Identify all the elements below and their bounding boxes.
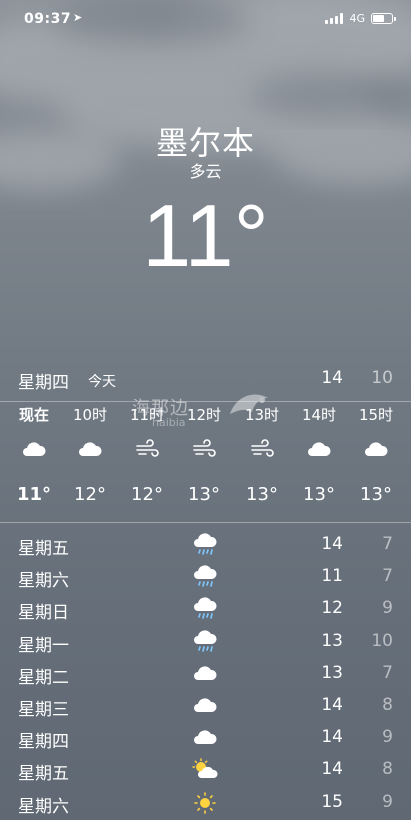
- daily-row: 星期三 14 8: [0, 690, 411, 722]
- hour-time: 12时: [186, 406, 222, 424]
- daily-high: 14: [321, 694, 343, 715]
- hour-temp: 13°: [246, 484, 278, 505]
- today-label: 今天: [88, 374, 116, 390]
- hour-temp: 13°: [188, 484, 220, 505]
- daily-day: 星期六: [18, 571, 69, 592]
- daily-forecast[interactable]: 星期五 14 7 星期六 11 7 星期日 12 9 星期一 13 10 星期二…: [0, 529, 411, 819]
- daily-day: 星期六: [18, 796, 69, 817]
- hour-temp: 13°: [360, 484, 392, 505]
- daily-low: 7: [382, 534, 393, 554]
- wind-icon: [232, 438, 292, 480]
- daily-high: 15: [321, 791, 343, 812]
- hour-temp: 11°: [16, 484, 52, 505]
- hour-temp: 12°: [74, 484, 106, 505]
- network-label: 4G: [349, 12, 365, 25]
- hour-time: 10时: [72, 406, 108, 424]
- hour-item: 12时 13°: [174, 404, 234, 505]
- location-arrow-icon: ➤: [73, 11, 83, 24]
- hour-time: 11时: [129, 406, 165, 424]
- hour-time: 现在: [18, 406, 49, 424]
- rain-cloud-icon: [194, 629, 217, 652]
- daily-low: 9: [382, 791, 393, 812]
- hour-item: 15时 13°: [346, 404, 406, 505]
- battery-icon: [371, 13, 396, 24]
- current-temperature: 11°: [142, 186, 269, 285]
- daily-row: 星期六 11 7: [0, 561, 411, 593]
- rain-cloud-icon: [194, 565, 217, 587]
- daily-day: 星期日: [18, 603, 69, 624]
- hour-item: 13时 13°: [232, 404, 292, 505]
- divider-bottom: [0, 522, 411, 523]
- daily-low: 8: [382, 759, 393, 780]
- hour-time: 15时: [358, 406, 394, 424]
- daily-day: 星期五: [18, 539, 69, 559]
- status-indicators: 4G: [325, 12, 396, 25]
- daily-high: 13: [321, 630, 343, 651]
- hour-item: 11时 12°: [117, 404, 177, 505]
- daily-high: 14: [321, 534, 343, 554]
- hour-time: 13时: [244, 406, 280, 424]
- daily-day: 星期二: [18, 667, 69, 688]
- today-low: 10: [371, 368, 393, 388]
- rain-cloud-icon: [194, 597, 217, 620]
- daily-row: 星期五 14 8: [0, 754, 411, 786]
- cloud-icon: [194, 698, 217, 712]
- daily-day: 星期五: [18, 764, 69, 785]
- daily-high: 13: [321, 662, 343, 683]
- daily-high: 14: [321, 727, 343, 748]
- daily-day: 星期四: [18, 732, 69, 753]
- status-bar: 09:37 ➤ 4G: [0, 0, 411, 38]
- hour-time: 14时: [301, 406, 337, 424]
- hour-item: 现在 11°: [4, 404, 64, 505]
- cloud-icon: [289, 438, 349, 480]
- daily-row: 星期五 14 7: [0, 529, 411, 561]
- daily-day: 星期一: [18, 635, 69, 656]
- cloud-icon: [346, 438, 406, 480]
- daily-high: 14: [321, 759, 343, 780]
- hour-item: 14时 13°: [289, 404, 349, 505]
- status-time: 09:37: [24, 11, 72, 27]
- daily-row: 星期一 13 10: [0, 626, 411, 658]
- daily-low: 9: [382, 727, 393, 748]
- cloud-icon: [60, 438, 120, 480]
- today-high: 14: [321, 368, 343, 388]
- daily-low: 7: [382, 566, 393, 587]
- daily-high: 11: [321, 566, 343, 587]
- today-day: 星期四: [18, 373, 69, 393]
- hourly-forecast[interactable]: 现在 11° 10时 12° 11时 12° 12时 13° 13时 13° 1…: [0, 404, 411, 520]
- daily-row: 星期日 12 9: [0, 593, 411, 625]
- daily-low: 7: [382, 662, 393, 683]
- daily-row: 星期二 13 7: [0, 658, 411, 690]
- cloud-icon: [4, 438, 64, 480]
- cloud-icon: [194, 730, 217, 745]
- hour-temp: 12°: [131, 484, 163, 505]
- cloud-icon: [194, 666, 217, 680]
- current-condition: 多云: [189, 162, 222, 181]
- daily-low: 8: [382, 694, 393, 715]
- daily-row: 星期四 14 9: [0, 722, 411, 754]
- hour-item: 10时 12°: [60, 404, 120, 505]
- daily-row: 星期六 15 9: [0, 787, 411, 819]
- daily-low: 10: [371, 630, 393, 651]
- daily-low: 9: [382, 598, 393, 619]
- daily-high: 12: [321, 598, 343, 619]
- signal-icon: [325, 13, 344, 24]
- hour-temp: 13°: [303, 484, 335, 505]
- wind-icon: [174, 438, 234, 480]
- partly-sunny-icon: [192, 758, 218, 779]
- wind-icon: [117, 438, 177, 480]
- daily-day: 星期三: [18, 699, 69, 720]
- rain-cloud-icon: [194, 533, 217, 555]
- sun-icon: [194, 791, 216, 814]
